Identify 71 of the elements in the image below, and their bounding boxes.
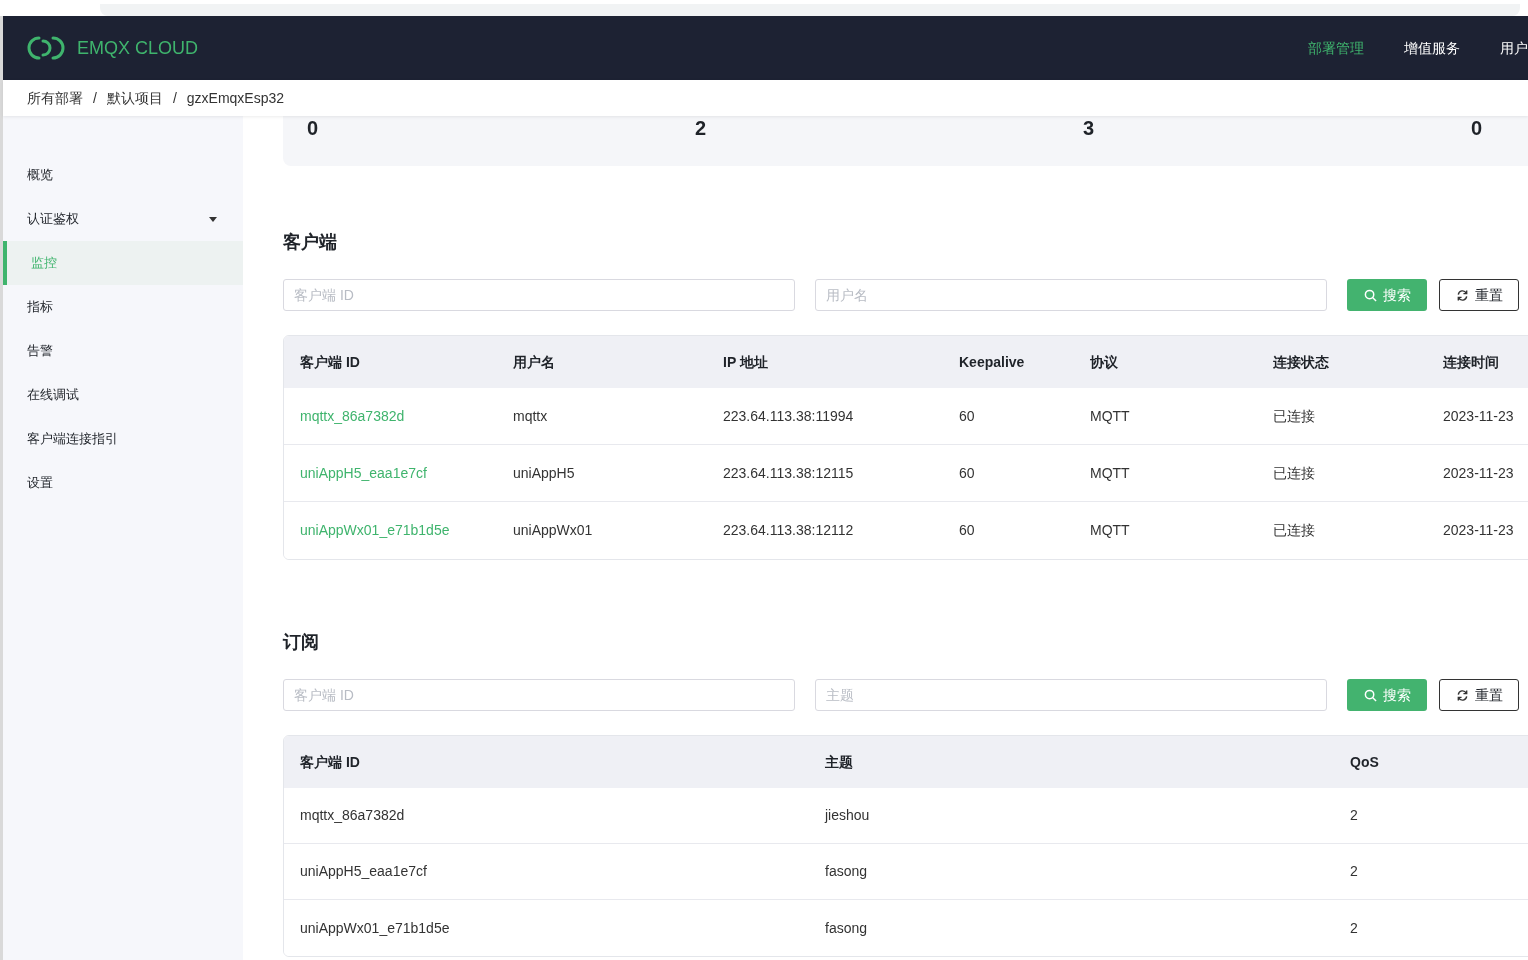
column-header: 协议 <box>1090 352 1119 372</box>
logo-icon <box>27 35 67 61</box>
column-header: 连接时间 <box>1443 352 1500 372</box>
column-header: 客户端 ID <box>300 752 361 772</box>
table-cell-text: MQTT <box>1090 463 1131 483</box>
stat-value: 3 <box>1083 116 1095 140</box>
sidebar-item[interactable]: 认证鉴权 <box>3 197 243 241</box>
column-header: 主题 <box>825 752 854 772</box>
table-cell-text: 60 <box>959 406 976 426</box>
refresh-icon <box>1455 288 1469 302</box>
table-cell-text: 223.64.113.38:12115 <box>723 463 855 483</box>
stat-value: 0 <box>1471 116 1483 140</box>
logo-text: EMQX CLOUD <box>77 36 199 60</box>
table-cell-text: 60 <box>959 463 976 483</box>
search-icon <box>1363 688 1377 702</box>
table-cell-text: mqttx <box>513 406 549 426</box>
section-title: 客户端 <box>283 231 338 254</box>
nav-link[interactable]: 用户 <box>1500 37 1528 59</box>
table-cell-text: jieshou <box>825 806 871 825</box>
sidebar-item[interactable]: 设置 <box>3 461 243 505</box>
table-cell-text: 已连接 <box>1273 406 1316 426</box>
table-cell-text: MQTT <box>1090 521 1131 540</box>
table-cell-text: 2 <box>1350 918 1359 938</box>
sidebar-item[interactable]: 指标 <box>3 285 243 329</box>
breadcrumb-link[interactable]: 默认项目 <box>106 87 163 109</box>
column-header: QoS <box>1350 752 1380 772</box>
table-cell-text: 2023-11-23 <box>1443 406 1515 426</box>
search-icon <box>1363 288 1377 302</box>
search-field[interactable]: 客户端 ID <box>283 279 795 311</box>
table-cell-text: uniAppH5 <box>513 463 576 483</box>
table-cell-text: MQTT <box>1090 406 1131 426</box>
table-cell-text: 2 <box>1350 806 1359 825</box>
table-cell-text: 60 <box>959 521 976 540</box>
breadcrumb-link[interactable]: gzxEmqxEsp32 <box>186 87 285 109</box>
table-cell-text: mqttx_86a7382d <box>300 806 406 825</box>
table-cell-text: 已连接 <box>1273 463 1316 483</box>
nav-link[interactable]: 部署管理 <box>1308 37 1364 59</box>
column-header: IP 地址 <box>723 352 769 372</box>
section-title: 订阅 <box>283 631 320 654</box>
reset-button[interactable]: 重置 <box>1439 279 1519 311</box>
column-header: Keepalive <box>959 352 1026 372</box>
search-field[interactable]: 主题 <box>815 679 1327 711</box>
table-cell-text: uniAppWx01 <box>513 521 594 540</box>
table-cell-text: uniAppWx01_e71b1d5e <box>300 918 451 938</box>
table-cell-text: 2023-11-23 <box>1443 463 1515 483</box>
sidebar-item[interactable]: 客户端连接指引 <box>3 417 243 461</box>
column-header: 客户端 ID <box>300 352 361 372</box>
search-field[interactable]: 用户名 <box>815 279 1327 311</box>
table-cell-text: 223.64.113.38:11994 <box>723 406 855 426</box>
table-cell-text: uniAppH5_eaa1e7cf <box>300 862 428 881</box>
sidebar-item[interactable]: 告警 <box>3 329 243 373</box>
column-header: 连接状态 <box>1273 352 1330 372</box>
search-field[interactable]: 客户端 ID <box>283 679 795 711</box>
table-cell-text: fasong <box>825 918 869 938</box>
nav-link[interactable]: 增值服务 <box>1404 37 1460 59</box>
breadcrumb-separator: / <box>93 88 97 108</box>
table-cell-text: fasong <box>825 862 869 881</box>
breadcrumb-link[interactable]: 所有部署 <box>27 87 83 109</box>
reset-button[interactable]: 重置 <box>1439 679 1519 711</box>
refresh-icon <box>1455 688 1469 702</box>
table-cell-text: 2023-11-23 <box>1443 521 1515 540</box>
sidebar-item[interactable]: 概览 <box>3 153 243 197</box>
stat-value: 2 <box>695 116 707 140</box>
table-cell-text: 223.64.113.38:12112 <box>723 521 855 540</box>
column-header: 用户名 <box>513 352 556 372</box>
breadcrumb-separator: / <box>172 88 177 108</box>
table-cell-text: 2 <box>1350 862 1359 881</box>
table-cell-text: 已连接 <box>1273 521 1316 540</box>
stat-value: 0 <box>307 116 319 140</box>
sidebar-item[interactable]: 在线调试 <box>3 373 243 417</box>
address-bar[interactable] <box>100 4 1520 16</box>
